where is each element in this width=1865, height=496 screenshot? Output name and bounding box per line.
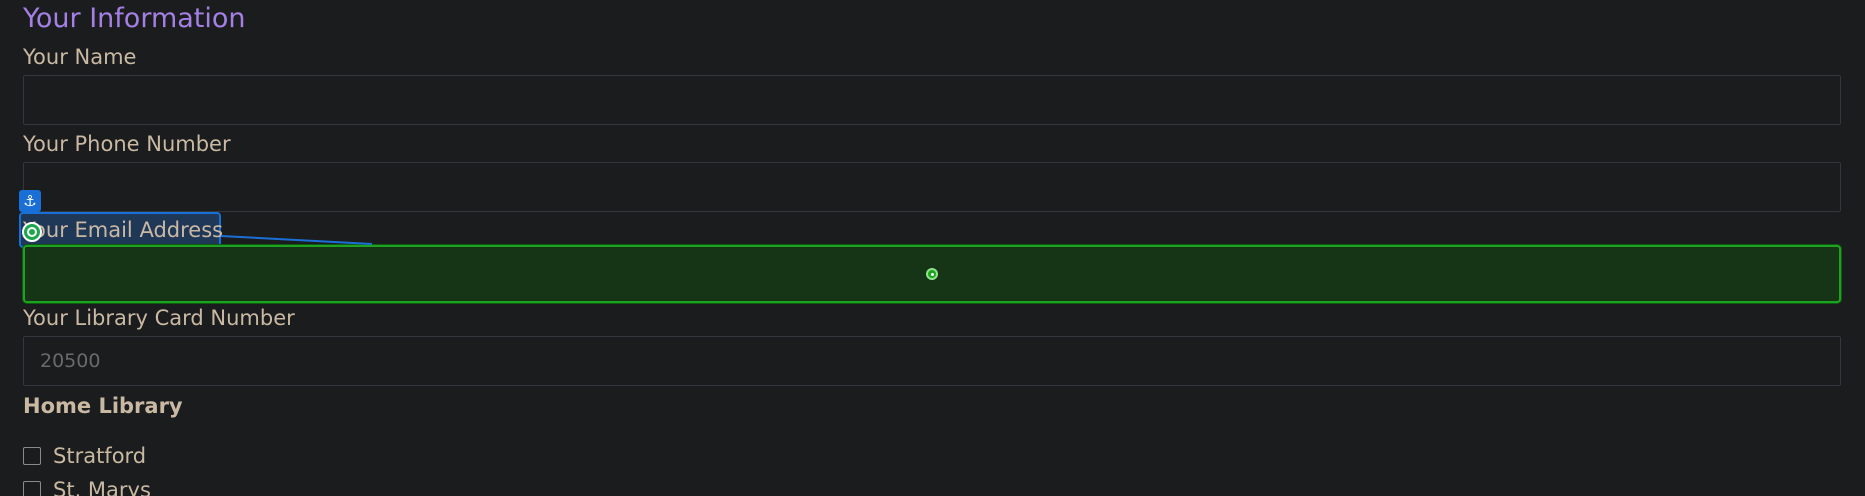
checkbox-st-marys[interactable] [23,481,41,496]
home-library-title: Home Library [23,394,183,418]
phone-input[interactable] [23,162,1841,212]
click-point-marker [926,268,938,280]
name-label: Your Name [23,45,137,69]
name-input[interactable] [23,75,1841,125]
form-page: Your Information Your Name Your Phone Nu… [0,0,1865,496]
checkbox-stratford[interactable] [23,447,41,465]
library-card-input[interactable] [23,336,1841,386]
home-library-option-st-marys[interactable]: St. Marys [23,476,151,496]
checkbox-label-stratford: Stratford [53,444,147,468]
library-card-label: Your Library Card Number [23,306,295,330]
section-title: Your Information [23,3,246,34]
home-library-option-stratford[interactable]: Stratford [23,442,146,470]
target-icon [22,222,42,242]
email-label: Your Email Address [23,218,224,242]
checkbox-label-st-marys: St. Marys [53,478,151,496]
anchor-icon: ⚓ [19,190,41,212]
phone-label: Your Phone Number [23,132,231,156]
